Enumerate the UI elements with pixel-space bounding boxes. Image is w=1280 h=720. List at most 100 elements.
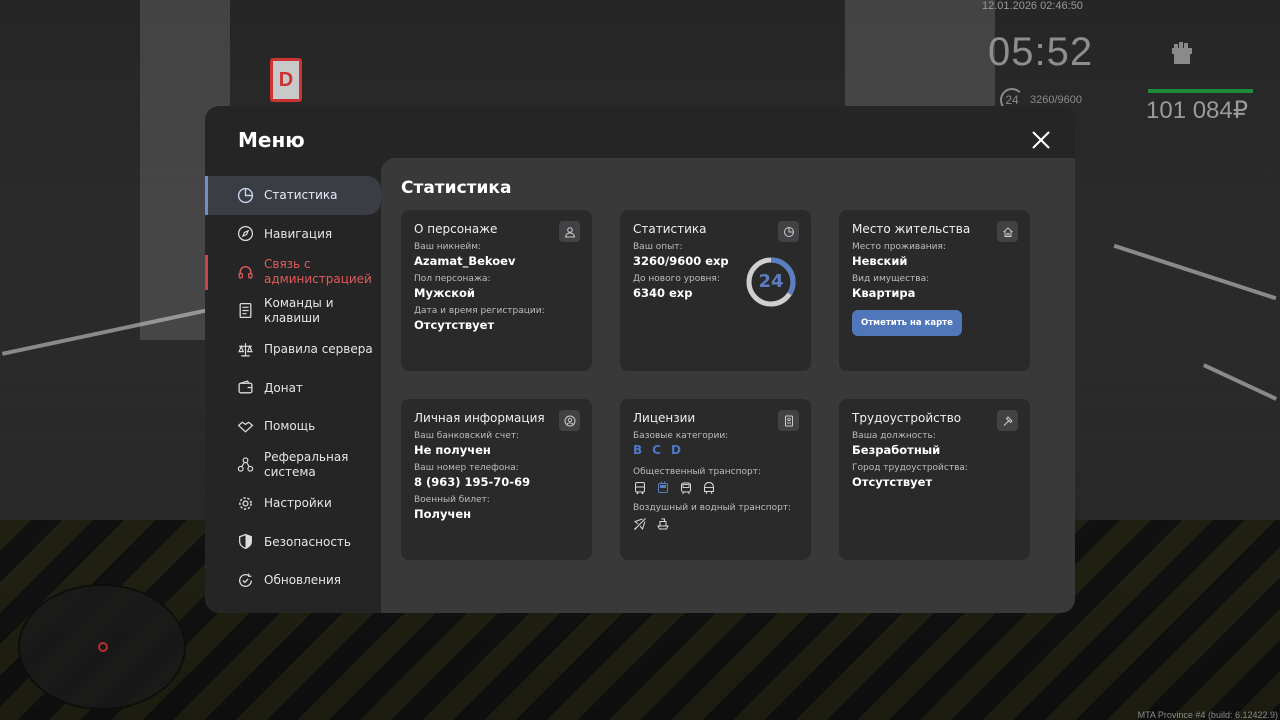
field-label: Воздушный и водный транспорт: bbox=[633, 503, 792, 513]
bank-account-value: Не получен bbox=[414, 443, 491, 457]
character-card: О персонаже Ваш никнейм: Azamat_Bekoev П… bbox=[401, 210, 592, 371]
fist-icon bbox=[1162, 34, 1202, 74]
sidebar-item-label: Навигация bbox=[264, 226, 333, 241]
sidebar-item-label: Обновления bbox=[264, 573, 342, 588]
hud-clock: 05:52 bbox=[988, 30, 1094, 74]
phone-value: 8 (963) 195-70-69 bbox=[414, 475, 531, 489]
residence-card: Место жительства Место проживания: Невск… bbox=[839, 210, 1030, 371]
sidebar-item-rules[interactable]: Правила сервера bbox=[205, 330, 381, 369]
content-panel: Статистика О персонаже Ваш никнейм: Azam… bbox=[381, 158, 1075, 613]
sidebar-item-label: Связь с администрацией bbox=[264, 257, 372, 287]
sidebar-item-updates[interactable]: Обновления bbox=[205, 561, 381, 600]
minimap bbox=[18, 584, 186, 710]
level-number: 24 bbox=[758, 271, 784, 292]
license-category: B bbox=[633, 443, 643, 457]
sidebar-item-label: Настройки bbox=[264, 496, 332, 511]
sidebar-item-settings[interactable]: Настройки bbox=[205, 484, 381, 523]
license-categories: B C D bbox=[633, 443, 798, 457]
boat-icon bbox=[656, 517, 670, 531]
hud-datetime: 12.01.2026 02:46:50 bbox=[982, 0, 1083, 12]
hammer-icon bbox=[997, 410, 1018, 431]
plane-icon bbox=[633, 517, 647, 531]
card-title: Место жительства bbox=[852, 222, 971, 236]
bus-icon bbox=[633, 481, 647, 495]
sidebar-item-help[interactable]: Помощь bbox=[205, 407, 381, 446]
sidebar-item-label: Статистика bbox=[264, 188, 338, 203]
shield-icon bbox=[237, 533, 254, 550]
user-circle-icon bbox=[559, 410, 580, 431]
stats-card: Статистика Ваш опыт: 3260/9600 exp До но… bbox=[620, 210, 811, 371]
sidebar-item-label: Команды и клавиши bbox=[264, 295, 334, 325]
health-bar bbox=[1148, 89, 1253, 93]
scene-pillar bbox=[845, 0, 995, 110]
menu-title: Меню bbox=[238, 128, 305, 152]
card-title: О персонаже bbox=[414, 222, 498, 236]
level-progress-ring: 24 bbox=[745, 256, 797, 308]
road-line bbox=[1113, 243, 1277, 301]
sidebar: Статистика Навигация Связь с администрац… bbox=[205, 176, 381, 600]
card-title: Статистика bbox=[633, 222, 707, 236]
wallet-icon bbox=[237, 379, 254, 396]
sidebar-item-referral[interactable]: Реферальная система bbox=[205, 446, 381, 485]
job-city-value: Отсутствует bbox=[852, 475, 933, 489]
sidebar-item-label: Безопасность bbox=[264, 534, 351, 549]
menu-window: Меню Статистика Навигация Связь с админи… bbox=[205, 106, 1075, 613]
gender-value: Мужской bbox=[414, 286, 475, 300]
trolleybus-icon bbox=[656, 481, 670, 495]
sidebar-item-security[interactable]: Безопасность bbox=[205, 523, 381, 562]
sidebar-item-navigation[interactable]: Навигация bbox=[205, 215, 381, 254]
personal-info-card: Личная информация Ваш банковский счет: Н… bbox=[401, 399, 592, 560]
compass-icon bbox=[237, 225, 254, 242]
field-label: Военный билет: bbox=[414, 495, 490, 505]
public-transport-icons bbox=[633, 481, 798, 495]
chart-pie-icon bbox=[778, 221, 799, 242]
field-label: Общественный транспорт: bbox=[633, 467, 761, 477]
hud-xp: 3260/9600 bbox=[1030, 94, 1082, 106]
field-label: Место проживания: bbox=[852, 242, 946, 252]
hud-money: 101 084₽ bbox=[1146, 97, 1249, 124]
field-label: Ваша должность: bbox=[852, 431, 936, 441]
field-label: Ваш банковский счет: bbox=[414, 431, 520, 441]
field-label: Ваш номер телефона: bbox=[414, 463, 519, 473]
parking-sign: D bbox=[270, 58, 302, 102]
nickname-value: Azamat_Bekoev bbox=[414, 254, 516, 268]
field-label: Базовые категории: bbox=[633, 431, 729, 441]
close-icon bbox=[1032, 131, 1050, 149]
sidebar-item-commands[interactable]: Команды и клавиши bbox=[205, 292, 381, 331]
card-title: Трудоустройство bbox=[852, 411, 962, 425]
road-line bbox=[1202, 363, 1278, 401]
military-id-value: Получен bbox=[414, 507, 472, 521]
property-type-value: Квартира bbox=[852, 286, 916, 300]
field-label: Вид имущества: bbox=[852, 274, 930, 284]
position-value: Безработный bbox=[852, 443, 941, 457]
air-water-transport-icons bbox=[633, 517, 798, 531]
house-icon bbox=[997, 221, 1018, 242]
list-icon bbox=[237, 302, 254, 319]
tram-icon bbox=[679, 481, 693, 495]
close-button[interactable] bbox=[1031, 130, 1051, 150]
card-title: Личная информация bbox=[414, 411, 545, 425]
sidebar-item-label: Правила сервера bbox=[264, 342, 373, 357]
handshake-icon bbox=[237, 418, 254, 435]
id-card-icon bbox=[778, 410, 799, 431]
field-label: Дата и время регистрации: bbox=[414, 306, 545, 316]
field-label: Ваш никнейм: bbox=[414, 242, 482, 252]
sidebar-item-donate[interactable]: Донат bbox=[205, 369, 381, 408]
license-category: C bbox=[652, 443, 661, 457]
gear-icon bbox=[237, 495, 254, 512]
field-label: Ваш опыт: bbox=[633, 242, 683, 252]
sidebar-item-label: Реферальная система bbox=[264, 449, 349, 479]
headset-icon bbox=[237, 264, 254, 281]
sidebar-item-admin-contact[interactable]: Связь с администрацией bbox=[205, 253, 381, 292]
registration-value: Отсутствует bbox=[414, 318, 495, 332]
network-icon bbox=[237, 456, 254, 473]
chart-pie-icon bbox=[237, 187, 254, 204]
license-category: D bbox=[670, 443, 681, 457]
field-label: Город трудоустройства: bbox=[852, 463, 968, 473]
sidebar-item-statistics[interactable]: Статистика bbox=[205, 176, 381, 215]
scales-icon bbox=[237, 341, 254, 358]
mark-on-map-button[interactable]: Отметить на карте bbox=[852, 310, 962, 336]
licenses-card: Лицензии Базовые категории: B C D Общест… bbox=[620, 399, 811, 560]
user-icon bbox=[559, 221, 580, 242]
employment-card: Трудоустройство Ваша должность: Безработ… bbox=[839, 399, 1030, 560]
